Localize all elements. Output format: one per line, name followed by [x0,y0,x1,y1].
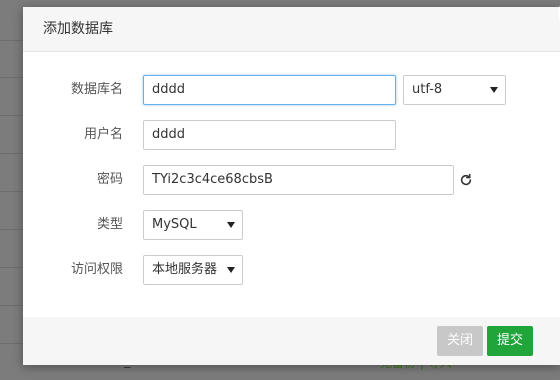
dialog-footer: 关闭 提交 [23,317,560,365]
type-row: 类型 MySQL [23,210,560,240]
username-input[interactable]: dddd [143,120,396,150]
access-label: 访问权限 [70,262,123,277]
db-name-label: 数据库名 [70,82,123,97]
password-row: 密码 TYi2c3c4ce68cbsB [23,165,560,195]
username-row: 用户名 dddd [23,120,560,150]
close-button[interactable]: 关闭 [437,326,483,356]
db-name-row: 数据库名 dddd utf-8 [23,75,560,105]
db-name-input[interactable]: dddd [143,75,396,105]
dialog-title: 添加数据库 [23,7,560,52]
access-value: 本地服务器 [152,262,218,277]
charset-value: utf-8 [412,82,443,97]
password-input[interactable]: TYi2c3c4ce68cbsB [143,165,454,195]
type-value: MySQL [152,217,197,232]
password-label: 密码 [96,172,123,187]
username-label: 用户名 [83,127,123,142]
refresh-icon[interactable] [459,173,473,187]
type-label: 类型 [96,217,123,232]
submit-button[interactable]: 提交 [487,326,533,356]
chevron-down-icon [227,267,235,273]
access-select[interactable]: 本地服务器 [143,255,243,285]
chevron-down-icon [227,222,235,228]
charset-select[interactable]: utf-8 [403,75,506,105]
access-row: 访问权限 本地服务器 [23,255,560,285]
chevron-down-icon [490,87,498,93]
add-database-dialog: 添加数据库 数据库名 dddd utf-8 用户名 dddd 密码 TYi2c3… [23,0,560,365]
type-select[interactable]: MySQL [143,210,243,240]
